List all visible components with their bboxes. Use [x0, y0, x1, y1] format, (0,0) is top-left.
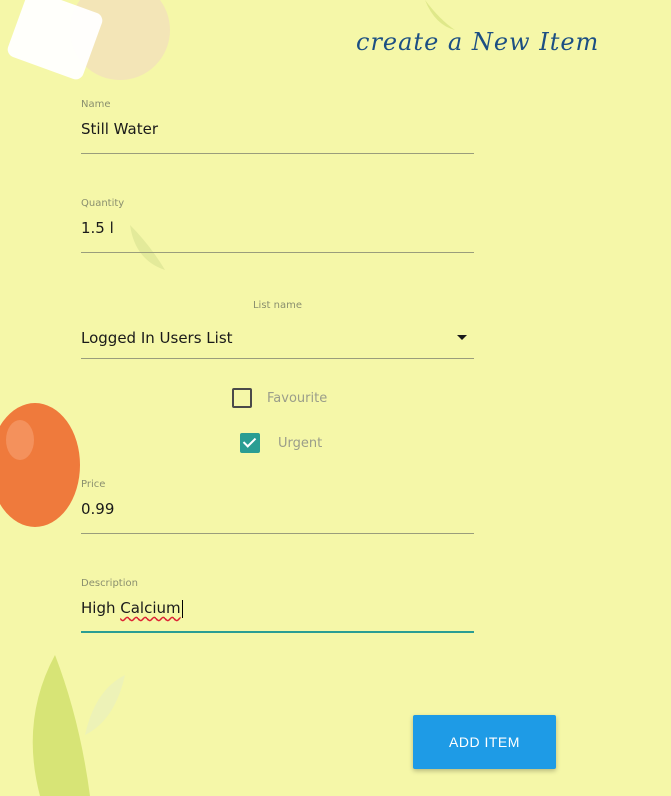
urgent-label: Urgent	[278, 435, 323, 451]
favourite-label: Favourite	[267, 390, 328, 406]
list-name-value: Logged In Users List	[81, 329, 233, 347]
chevron-down-icon[interactable]	[457, 335, 467, 340]
price-label: Price	[81, 479, 106, 490]
description-text: High	[81, 599, 121, 617]
favourite-checkbox-row[interactable]: Favourite	[232, 388, 327, 408]
description-input[interactable]: High Calcium	[81, 599, 474, 619]
price-input[interactable]: 0.99	[81, 500, 474, 520]
name-field[interactable]: Name Still Water	[81, 99, 474, 154]
quantity-input[interactable]: 1.5 l	[81, 219, 474, 239]
name-underline	[81, 153, 474, 154]
description-underline	[81, 631, 474, 633]
quantity-underline	[81, 252, 474, 253]
name-input[interactable]: Still Water	[81, 120, 474, 140]
name-label: Name	[81, 99, 111, 110]
urgent-checkbox[interactable]	[240, 433, 260, 453]
price-field[interactable]: Price 0.99	[81, 479, 474, 534]
text-cursor	[181, 599, 183, 618]
quantity-label: Quantity	[81, 198, 125, 209]
description-misspelled-word: Calcium	[120, 599, 181, 617]
quantity-field[interactable]: Quantity 1.5 l	[81, 198, 474, 253]
page-title: create a New Item	[356, 28, 600, 56]
urgent-checkbox-row[interactable]: Urgent	[240, 433, 322, 453]
price-underline	[81, 533, 474, 534]
description-field[interactable]: Description High Calcium	[81, 578, 474, 633]
list-name-select[interactable]: List name Logged In Users List	[81, 300, 474, 359]
list-name-underline	[81, 358, 474, 359]
list-name-label: List name	[252, 300, 303, 311]
favourite-checkbox[interactable]	[232, 388, 252, 408]
add-item-button[interactable]: ADD ITEM	[413, 715, 556, 769]
description-label: Description	[81, 578, 138, 589]
